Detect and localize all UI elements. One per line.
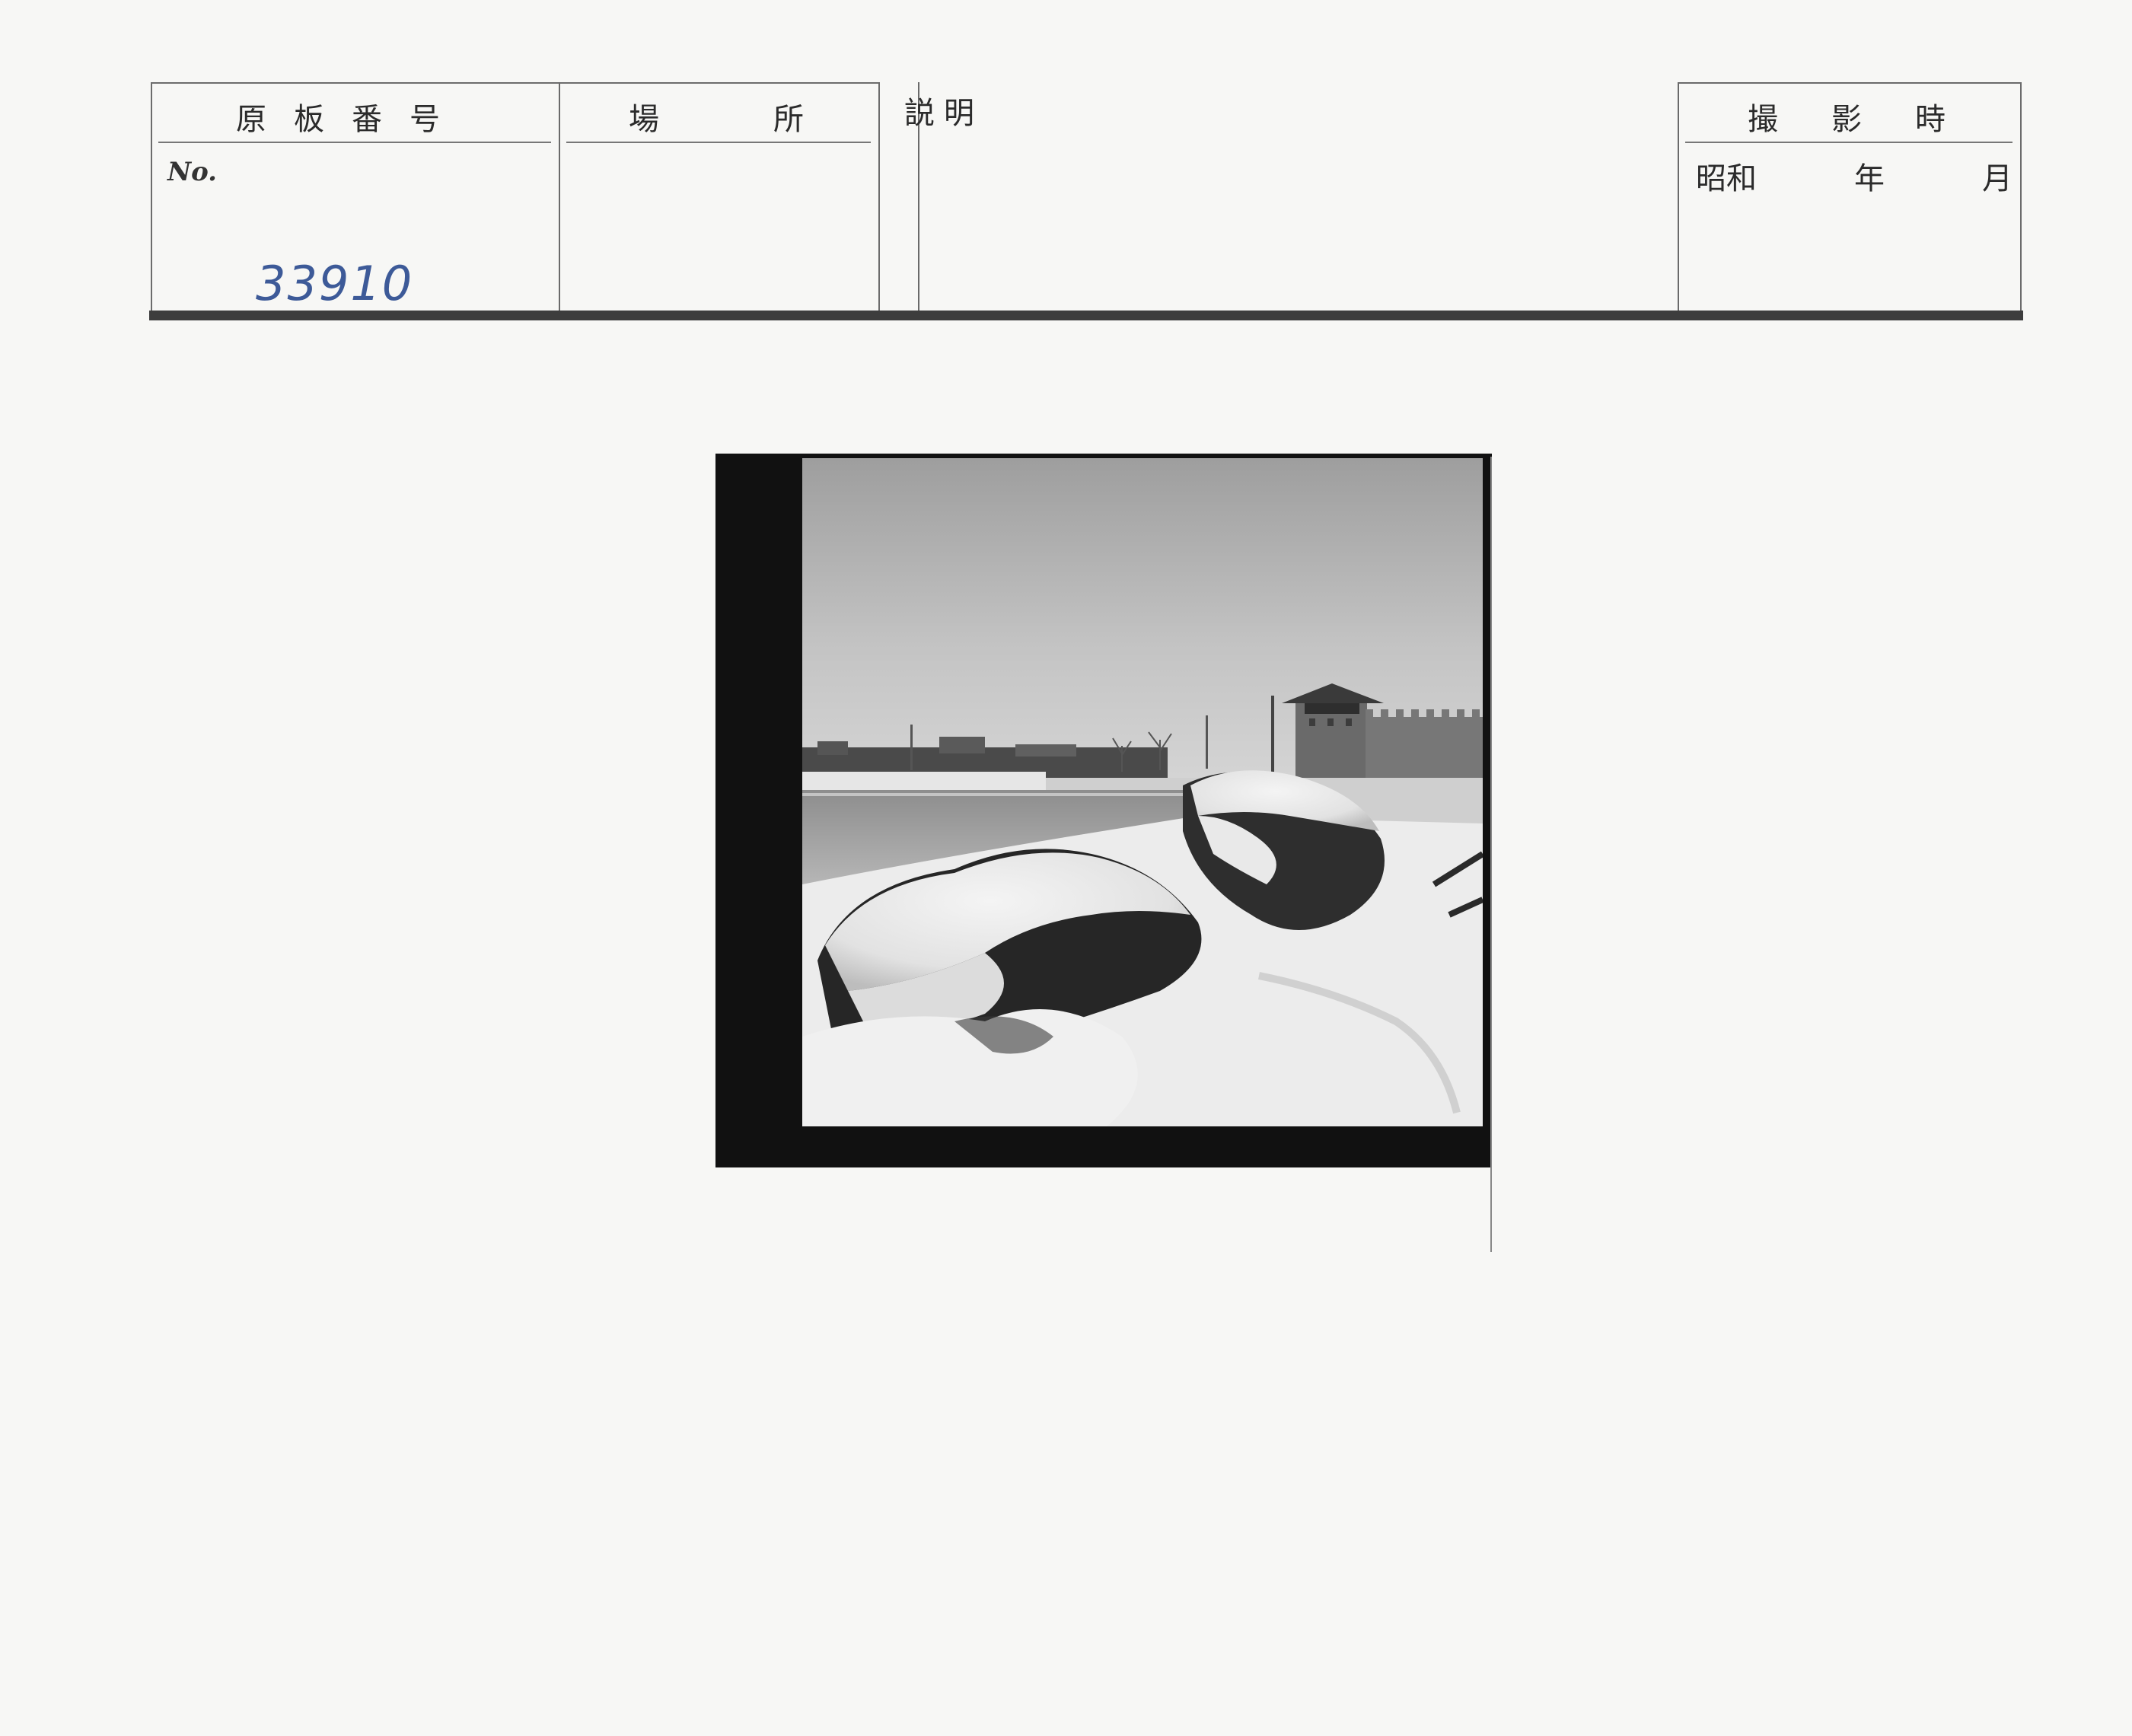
plate-number-handwritten: 33910 [256, 256, 414, 311]
date-header: 撮影時 [1748, 102, 1999, 137]
catalog-card: 原板番号 場所 説明 撮影時 No. 33910 昭和 年 月 [0, 0, 2132, 1736]
location-header-rule [566, 142, 871, 143]
description-header: 説明 [904, 96, 983, 131]
header-form: 原板番号 場所 説明 撮影時 No. 33910 昭和 年 月 [151, 82, 2022, 312]
date-top-rule [1678, 82, 2020, 84]
plate-header-rule [158, 142, 551, 143]
column-divider [559, 82, 560, 311]
no-label: No. [167, 157, 217, 187]
date-header-rule [1685, 142, 2012, 143]
era-label: 昭和 [1696, 161, 1757, 196]
mount-edge-line [1490, 457, 1492, 1252]
year-label: 年 [1854, 161, 1885, 196]
header-bottom-bar [149, 311, 2023, 320]
month-label: 月 [1982, 161, 2012, 196]
photo-image [802, 458, 1483, 1126]
snow-landscape-photo [802, 458, 1483, 1126]
photo-mount [715, 454, 1492, 1167]
location-header: 場所 [629, 102, 918, 137]
date-divider [1678, 82, 1679, 311]
plate-number-header: 原板番号 [236, 102, 467, 137]
